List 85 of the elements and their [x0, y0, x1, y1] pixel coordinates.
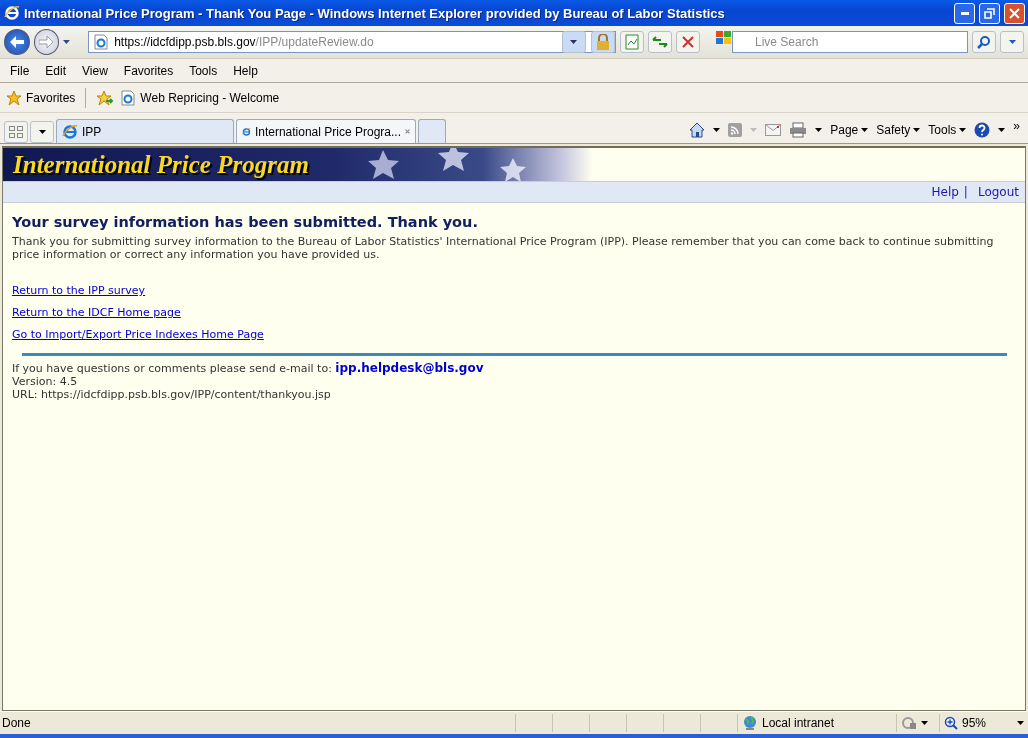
- navigation-link[interactable]: Return to the IDCF Home page: [12, 306, 181, 319]
- search-button[interactable]: [972, 31, 996, 53]
- refresh-arrows-icon: [651, 35, 668, 49]
- address-dropdown-button[interactable]: [561, 31, 586, 53]
- ie-icon: [62, 123, 78, 140]
- caret-icon: [38, 130, 46, 134]
- browser-tab[interactable]: International Price Progra...: [236, 119, 416, 143]
- menu-item[interactable]: Tools: [181, 63, 226, 78]
- printer-icon[interactable]: [789, 122, 808, 138]
- tab-list-button[interactable]: [30, 121, 54, 143]
- browser-tab[interactable]: IPP: [56, 119, 234, 143]
- page-icon: [93, 34, 110, 50]
- page-icon: [120, 89, 137, 106]
- compatibility-button[interactable]: [619, 31, 644, 53]
- menu-item[interactable]: Help: [225, 63, 266, 78]
- refresh-button[interactable]: [647, 31, 672, 53]
- help-icon[interactable]: [974, 122, 991, 138]
- feed-icon[interactable]: [728, 123, 743, 137]
- link-separator: |: [963, 185, 968, 199]
- url-text: https://idcfdipp.psb.bls.gov/IPP/updateReview.do: [114, 35, 375, 49]
- close-button[interactable]: [1004, 2, 1025, 24]
- back-button[interactable]: [4, 29, 30, 55]
- favorites-button[interactable]: Favorites: [6, 89, 76, 106]
- address-field[interactable]: https://idcfdipp.psb.bls.gov/IPP/updateReview.do: [88, 31, 616, 53]
- globe-icon: [742, 715, 758, 731]
- menu-item[interactable]: Favorites: [115, 63, 182, 78]
- mail-icon[interactable]: [765, 124, 782, 136]
- left-arrow-icon: [9, 36, 24, 48]
- caret-icon: [1017, 721, 1024, 725]
- ie-icon: [4, 5, 20, 21]
- confirmation-heading: Your survey information has been submitted. Thank you.: [12, 214, 479, 230]
- minimize-icon: [960, 11, 969, 15]
- version-text: Version: 4.5: [12, 375, 79, 388]
- stop-button[interactable]: [675, 31, 700, 53]
- caret-icon: [861, 128, 869, 132]
- caret-icon: [998, 128, 1006, 132]
- status-text: Done: [1, 716, 32, 730]
- command-menu[interactable]: Safety: [876, 123, 921, 137]
- close-icon: [681, 36, 694, 48]
- contact-text: If you have questions or comments please send e-mail to: ipp.helpdesk@bls.gov: [12, 362, 485, 375]
- caret-icon: [713, 128, 721, 132]
- navigation-link[interactable]: Return to the IPP survey: [12, 284, 146, 297]
- caret-icon: [750, 128, 758, 132]
- chevron-icon: [570, 40, 578, 44]
- header-link[interactable]: Help: [931, 185, 959, 199]
- page-icon: [624, 34, 639, 50]
- zoom-level[interactable]: 95%: [962, 716, 987, 730]
- windows-flag-icon: [715, 31, 732, 45]
- confirmation-message: Thank you for submitting survey information to the Bureau of Labor Statistics' International Price Program (IPP). Please remember that you can come back to continue submitting price information or correct any information you have provided us.: [12, 235, 995, 261]
- search-options-button[interactable]: [1000, 31, 1024, 53]
- security-lock-button[interactable]: [590, 31, 615, 53]
- banner-title: International Price Program: [11, 150, 309, 179]
- home-icon[interactable]: [689, 122, 706, 138]
- command-menu[interactable]: Tools: [928, 123, 967, 137]
- zoom-icon[interactable]: [944, 716, 958, 730]
- caret-icon: [913, 128, 921, 132]
- caret-icon: [959, 128, 967, 132]
- page-url-text: URL: https://idcfdipp.psb.bls.gov/IPP/content/thankyou.jsp: [12, 388, 332, 401]
- email-link[interactable]: ipp.helpdesk@bls.gov: [335, 361, 484, 375]
- zone-text: Local intranet: [762, 716, 835, 730]
- caret-icon: [815, 128, 823, 132]
- menu-item[interactable]: Edit: [37, 63, 75, 78]
- toolbar-overflow[interactable]: »: [1013, 119, 1020, 133]
- lock-icon: [595, 34, 610, 50]
- navigation-link[interactable]: Go to Import/Export Price Indexes Home Page: [12, 328, 264, 341]
- add-favorite-icon[interactable]: [96, 89, 115, 106]
- close-icon: [1009, 7, 1020, 19]
- forward-button[interactable]: [33, 29, 60, 55]
- menu-item[interactable]: File: [2, 63, 38, 78]
- right-arrow-icon: [39, 36, 54, 48]
- restore-icon: [984, 7, 995, 19]
- caret-icon: [921, 721, 928, 725]
- caret-icon: [1008, 40, 1016, 44]
- search-icon: [977, 35, 991, 49]
- favorite-link[interactable]: Web Repricing - Welcome: [120, 89, 280, 106]
- close-icon[interactable]: [405, 127, 410, 136]
- dropdown-caret-icon: [63, 40, 71, 44]
- restore-button[interactable]: [979, 2, 1000, 24]
- minimize-button[interactable]: [954, 2, 975, 24]
- grid-icon: [9, 126, 23, 138]
- menu-item[interactable]: View: [74, 63, 116, 78]
- header-link[interactable]: Logout: [977, 185, 1019, 199]
- window-title: International Price Program - Thank You Page - Windows Internet Explorer provided by Bureau of Labor Statistics: [24, 5, 726, 21]
- command-menu[interactable]: Page: [830, 123, 869, 137]
- star-icon: [6, 89, 22, 106]
